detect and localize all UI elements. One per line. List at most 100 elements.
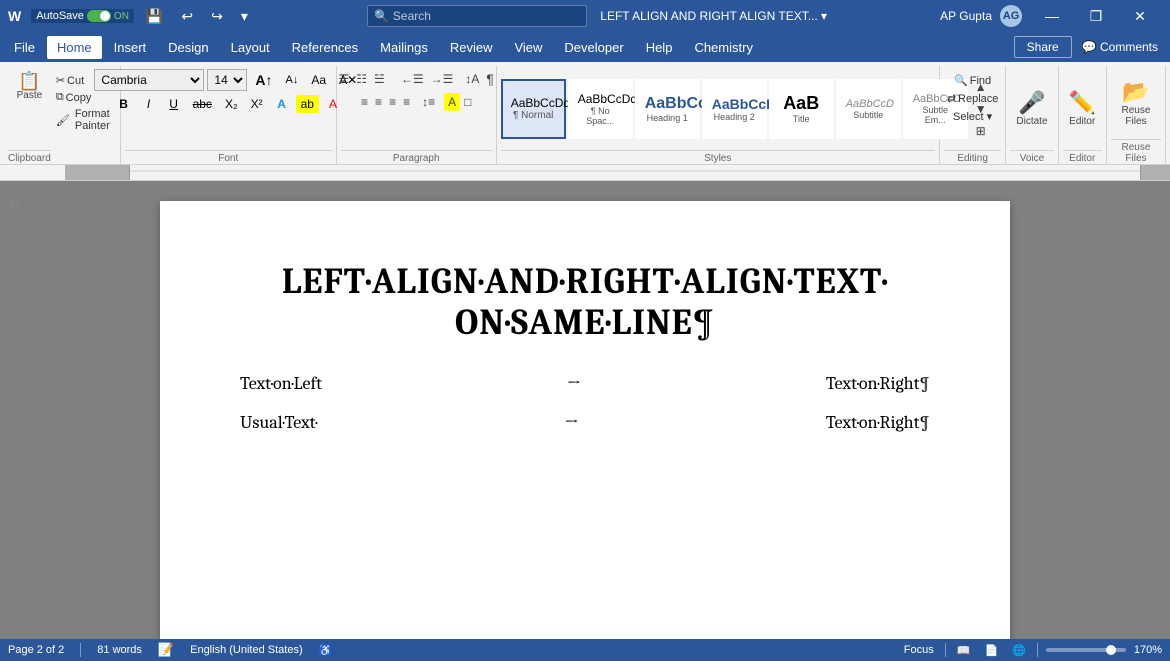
sort-button[interactable]: ↕A (462, 69, 482, 89)
dropdown-icon[interactable]: ▾ (821, 9, 827, 23)
style-title[interactable]: AaB Title (769, 79, 834, 139)
style-h1[interactable]: AaBbCc Heading 1 (635, 79, 700, 139)
highlight-button[interactable]: ab (296, 95, 319, 113)
doc-line-2-arrow: → (317, 412, 825, 433)
dictate-button[interactable]: 🎤 Dictate (1010, 87, 1053, 130)
status-sep-1 (80, 643, 81, 657)
shading-button[interactable]: A (444, 93, 460, 111)
style-subtitle[interactable]: AaBbCcD Subtitle (836, 79, 901, 139)
zoom-slider[interactable] (1046, 648, 1126, 652)
font-size-select[interactable]: 14 (207, 69, 247, 91)
numbering-button[interactable]: ☷ (353, 69, 370, 89)
replace-button[interactable]: ⇄ Replace (944, 91, 1002, 106)
format-painter-button[interactable]: 🖌 Format Painter (53, 107, 116, 133)
subscript-button[interactable]: X₂ (220, 95, 243, 113)
share-button[interactable]: Share (1014, 36, 1072, 58)
superscript-button[interactable]: X² (246, 95, 268, 113)
justify-button[interactable]: ≡ (400, 93, 413, 111)
web-layout-button[interactable]: 🌐 (1009, 643, 1029, 658)
center-button[interactable]: ≡ (372, 93, 385, 111)
page-info: Page 2 of 2 (8, 644, 64, 656)
customize-qat-button[interactable]: ▾ (235, 6, 254, 27)
shrink-font-button[interactable]: A↓ (281, 72, 304, 88)
save-button[interactable]: 💾 (140, 6, 169, 27)
status-bar-right: Focus 📖 📄 🌐 170% (901, 643, 1162, 658)
menu-developer[interactable]: Developer (554, 36, 633, 59)
select-button[interactable]: Select ▾ (950, 109, 995, 124)
font-name-select[interactable]: Cambria (94, 69, 204, 91)
style-h2-text: AaBbCcD (712, 96, 757, 112)
print-layout-button[interactable]: 📄 (981, 643, 1001, 658)
font-group: Cambria 14 A↑ A↓ Aa A✕ B I U abc X₂ X (121, 66, 337, 164)
menu-mailings[interactable]: Mailings (370, 36, 438, 59)
style-normal[interactable]: AaBbCcDd ¶ Normal (501, 79, 566, 139)
change-case-button[interactable]: Aa (306, 71, 331, 89)
read-mode-button[interactable]: 📖 (954, 643, 974, 658)
doc-line-1-right: Text·on·Right¶ (826, 373, 930, 394)
menu-references[interactable]: References (282, 36, 368, 59)
document-area[interactable]: 2 LEFT·ALIGN·AND·RIGHT·ALIGN·TEXT· ON·SA… (0, 181, 1170, 639)
undo-button[interactable]: ↩ (175, 6, 199, 27)
style-h2[interactable]: AaBbCcD Heading 2 (702, 79, 767, 139)
multilevel-button[interactable]: ☱ (371, 69, 388, 89)
line-spacing-button[interactable]: ↕≡ (419, 93, 438, 111)
title-bar-right: AP Gupta AG — ❐ ✕ (940, 0, 1162, 32)
italic-button[interactable]: I (138, 95, 160, 113)
maximize-button[interactable]: ❐ (1074, 0, 1118, 32)
increase-indent-button[interactable]: →☰ (428, 69, 457, 89)
menu-review[interactable]: Review (440, 36, 503, 59)
style-h2-label: Heading 2 (712, 112, 757, 122)
reuse-files-button[interactable]: 📂 Reuse Files (1111, 76, 1161, 130)
menu-help[interactable]: Help (636, 36, 683, 59)
menu-design[interactable]: Design (158, 36, 218, 59)
decrease-indent-button[interactable]: ←☰ (398, 69, 427, 89)
reuse-icon: 📂 (1122, 79, 1149, 105)
menu-view[interactable]: View (504, 36, 552, 59)
bold-button[interactable]: B (113, 95, 135, 113)
reuse-group: 📂 Reuse Files Reuse Files (1107, 66, 1166, 164)
paragraph-label: Paragraph (341, 150, 492, 164)
page[interactable]: LEFT·ALIGN·AND·RIGHT·ALIGN·TEXT· ON·SAME… (160, 201, 1010, 639)
para-row-1: ☰ ☷ ☱ ←☰ →☰ ↕A ¶ (336, 69, 497, 89)
underline-button[interactable]: U (163, 95, 185, 113)
close-button[interactable]: ✕ (1118, 0, 1162, 32)
style-subtitle-label: Subtitle (846, 110, 891, 120)
menu-bar: File Home Insert Design Layout Reference… (0, 32, 1170, 62)
comments-button[interactable]: 💬 Comments (1074, 37, 1166, 57)
user-avatar[interactable]: AG (1000, 5, 1022, 27)
redo-button[interactable]: ↪ (205, 6, 229, 27)
title-bar-center: 🔍 Search LEFT ALIGN AND RIGHT ALIGN TEXT… (254, 5, 940, 27)
autosave-toggle[interactable] (87, 10, 111, 22)
editor-label: Editor (1063, 150, 1102, 164)
align-right-button[interactable]: ≡ (386, 93, 399, 111)
zoom-thumb (1106, 645, 1116, 655)
microphone-icon: 🎤 (1018, 90, 1045, 116)
style-nospace[interactable]: AaBbCcDd ¶ No Spac... (568, 79, 633, 139)
ribbon-row: 📋 Paste Clipboard ✂ Cut ⧉ Copy 🖌 Format … (4, 66, 1166, 164)
para-row-2: ≡ ≡ ≡ ≡ ↕≡ A □ (358, 93, 474, 111)
minimize-button[interactable]: — (1030, 0, 1074, 32)
find-button[interactable]: 🔍 Find (951, 73, 994, 88)
menu-chemistry[interactable]: Chemistry (684, 36, 763, 59)
text-effects-button[interactable]: A (271, 95, 293, 113)
copy-button[interactable]: ⧉ Copy (53, 90, 116, 105)
align-left-button[interactable]: ≡ (358, 93, 371, 111)
editor-icon: ✏️ (1069, 90, 1096, 116)
focus-button[interactable]: Focus (901, 643, 937, 657)
replace-icon: ⇄ (947, 92, 956, 105)
menu-home[interactable]: Home (47, 36, 102, 59)
menu-insert[interactable]: Insert (104, 36, 157, 59)
autosave-badge: AutoSave ON (31, 9, 134, 23)
title-search-box[interactable]: 🔍 Search (367, 5, 587, 27)
doc-line-2: Usual·Text· → Text·on·Right¶ (240, 412, 930, 433)
menu-layout[interactable]: Layout (221, 36, 280, 59)
paste-button[interactable]: 📋 Paste (11, 69, 47, 133)
bullets-button[interactable]: ☰ (336, 69, 353, 89)
show-marks-button[interactable]: ¶ (483, 69, 497, 89)
editor-button[interactable]: ✏️ Editor (1063, 87, 1102, 130)
grow-font-button[interactable]: A↑ (250, 70, 277, 90)
menu-file[interactable]: File (4, 36, 45, 59)
doc-line-1: Text·on·Left → Text·on·Right¶ (240, 373, 930, 394)
strikethrough-button[interactable]: abc (188, 95, 217, 113)
borders-button[interactable]: □ (461, 93, 474, 111)
